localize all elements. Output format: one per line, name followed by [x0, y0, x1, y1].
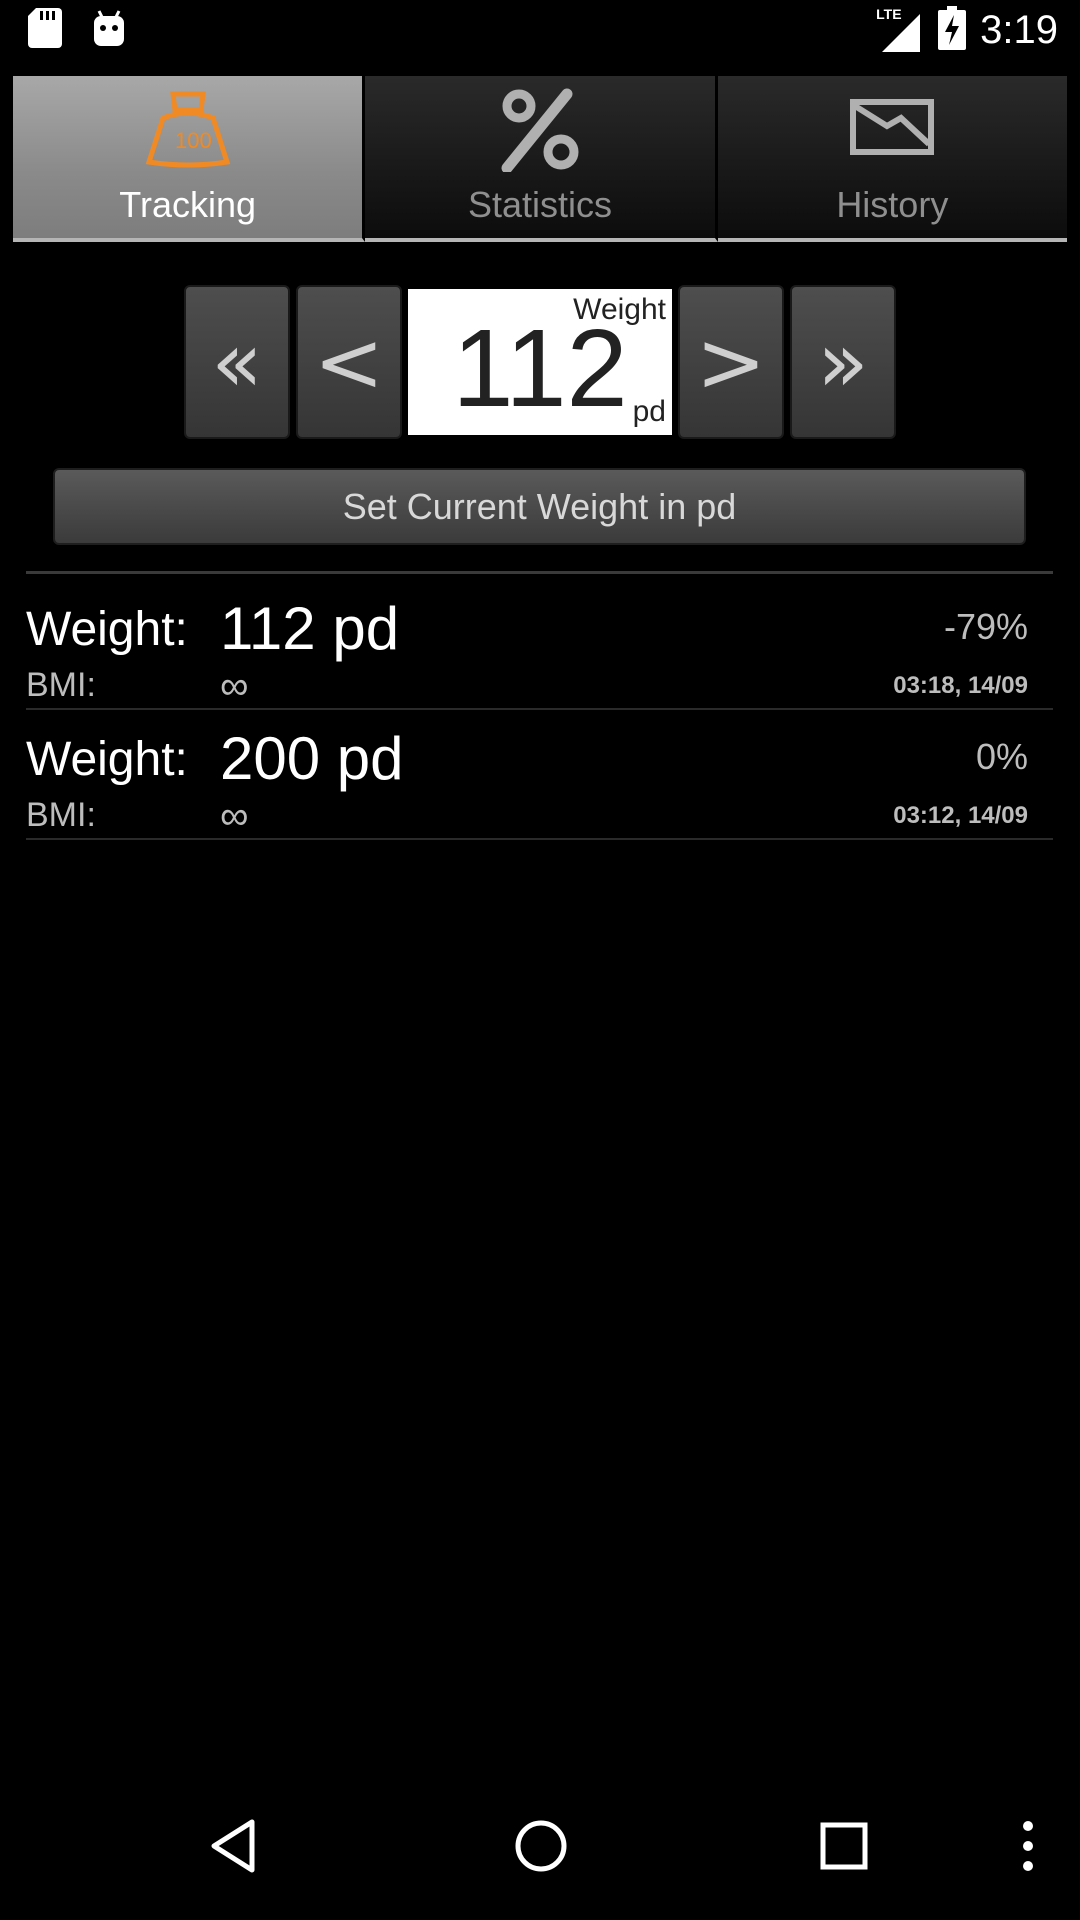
tab-history[interactable]: History [717, 76, 1067, 242]
status-bar: LTE 3:19 [0, 0, 1080, 62]
percent-icon [495, 88, 585, 177]
weight-label: Weight: [26, 603, 188, 656]
entry-timestamp: 03:18, 14/09 [893, 672, 1028, 699]
status-time: 3:19 [980, 8, 1058, 52]
weight-display[interactable]: Weight 112 pd [408, 289, 672, 435]
bmi-label: BMI: [26, 796, 96, 834]
svg-text:100: 100 [175, 128, 212, 153]
fast-increase-button[interactable]: » [790, 285, 896, 439]
increase-button[interactable]: > [678, 285, 784, 439]
home-icon[interactable] [513, 1816, 569, 1881]
overflow-menu-icon[interactable] [1014, 1816, 1042, 1881]
divider [26, 571, 1053, 574]
tab-bar: 100 Tracking Statistics History [13, 76, 1067, 242]
bmi-label: BMI: [26, 666, 96, 704]
weight-change: 0% [975, 736, 1028, 777]
tab-label: Statistics [467, 184, 613, 225]
decrease-button[interactable]: < [296, 285, 402, 439]
recents-icon[interactable] [818, 1816, 870, 1881]
chart-icon [847, 88, 937, 163]
bmi-value: ∞ [220, 664, 249, 708]
weight-label: Weight: [26, 733, 188, 786]
tab-statistics[interactable]: Statistics [365, 76, 718, 242]
weight-change: -79% [943, 606, 1028, 647]
navigation-bar [0, 1792, 1080, 1920]
weight-value: 200 pd [220, 725, 404, 792]
list-item[interactable]: Weight: 200 pd 0% BMI: ∞ 03:12, 14/09 [26, 710, 1053, 840]
tab-label: History [836, 184, 949, 225]
sd-card-icon [28, 8, 62, 53]
battery-charging-icon [938, 6, 967, 55]
weight-value: 112 pd [220, 595, 400, 662]
tab-tracking[interactable]: 100 Tracking [13, 76, 366, 242]
fast-decrease-button[interactable]: « [184, 285, 290, 439]
back-icon[interactable] [208, 1816, 258, 1881]
entry-timestamp: 03:12, 14/09 [893, 802, 1028, 829]
scale-icon: 100 [143, 88, 233, 173]
set-current-weight-button[interactable]: Set Current Weight in pd [53, 468, 1026, 545]
bmi-value: ∞ [220, 794, 249, 838]
android-icon [92, 8, 126, 53]
weight-display-unit: pd [632, 395, 666, 428]
list-item[interactable]: Weight: 112 pd -79% BMI: ∞ 03:18, 14/09 [26, 580, 1053, 710]
weight-stepper: « < Weight 112 pd > » [184, 285, 896, 439]
tab-label: Tracking [119, 184, 257, 225]
signal-icon: LTE [876, 6, 924, 54]
